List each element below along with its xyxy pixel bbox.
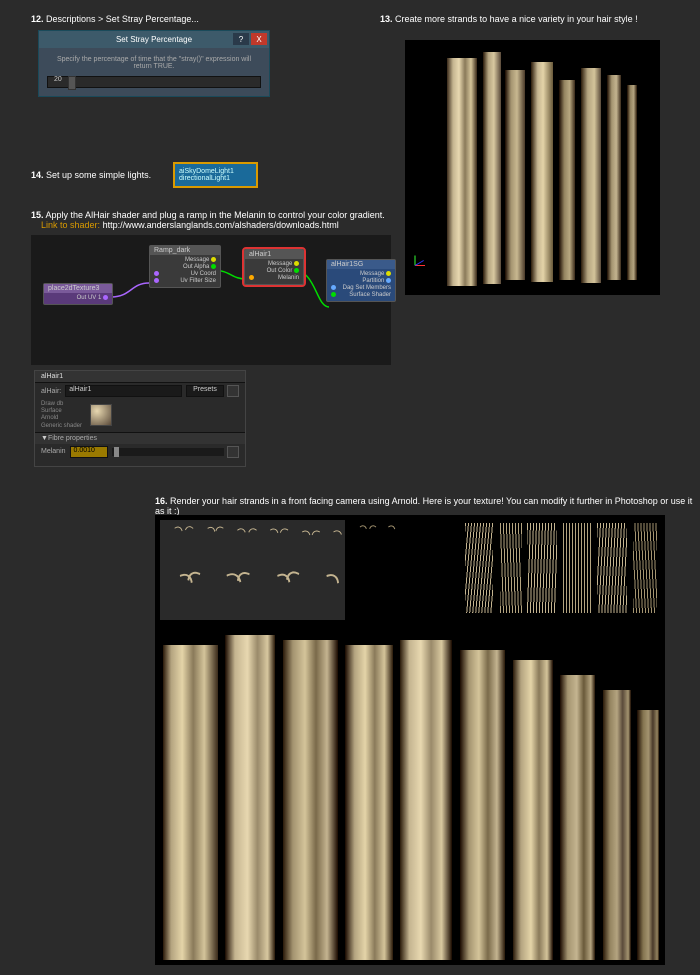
node-alhair[interactable]: alHair1 Message Out Color Melanin — [244, 249, 304, 285]
node-place2dtexture[interactable]: place2dTexture3 Out UV 1 — [43, 283, 113, 305]
node-shadinggroup[interactable]: alHair1SG Message Partition Dag Set Memb… — [326, 259, 396, 302]
step-15-label: 15. Apply the AlHair shader and plug a r… — [31, 210, 385, 230]
attr-section[interactable]: Fibre properties — [48, 435, 97, 442]
dialog-value-slider[interactable]: 20 — [47, 76, 261, 88]
node-head: alHair1 — [245, 250, 303, 259]
step-14-num: 14. — [31, 170, 44, 180]
melanin-map-icon[interactable] — [227, 446, 239, 458]
step-13-num: 13. — [380, 14, 393, 24]
attr-hide-icon[interactable] — [227, 385, 239, 397]
step-12-text: Descriptions > Set Stray Percentage... — [46, 14, 199, 24]
step-13-text: Create more strands to have a nice varie… — [395, 14, 638, 24]
slider-handle[interactable] — [68, 76, 76, 90]
node-graph[interactable]: place2dTexture3 Out UV 1 Ramp_dark Messa… — [31, 235, 391, 365]
lights-list[interactable]: aiSkyDomeLight1 directionalLight1 — [173, 162, 258, 188]
step-14-label: 14. Set up some simple lights. — [31, 170, 151, 180]
attr-field-label: alHair: — [41, 388, 61, 395]
render-inset-curls — [160, 520, 345, 620]
node-head: alHair1SG — [327, 260, 395, 269]
viewport-render-preview[interactable] — [405, 40, 660, 295]
final-render-texture — [155, 515, 665, 965]
attr-tab[interactable]: alHair1 — [35, 371, 245, 383]
attr-name-input[interactable]: alHair1 — [65, 385, 182, 397]
step-12-num: 12. — [31, 14, 44, 24]
light-item-1[interactable]: aiSkyDomeLight1 — [179, 168, 252, 175]
step-12-label: 12. Descriptions > Set Stray Percentage.… — [31, 14, 199, 24]
attr-presets-button[interactable]: Presets — [186, 385, 224, 397]
dialog-value: 20 — [54, 76, 62, 83]
node-head: Ramp_dark — [150, 246, 220, 255]
stray-percentage-dialog: Set Stray Percentage ? X Specify the per… — [38, 30, 270, 97]
light-item-2[interactable]: directionalLight1 — [179, 175, 252, 182]
material-swatch[interactable] — [90, 404, 112, 426]
step-16-num: 16. — [155, 496, 168, 506]
melanin-slider[interactable] — [112, 448, 224, 456]
melanin-value-input[interactable]: 0.0010 — [70, 446, 108, 458]
step-15-num: 15. — [31, 210, 44, 220]
step-15-text: Apply the AlHair shader and plug a ramp … — [46, 210, 385, 220]
dialog-title-bar[interactable]: Set Stray Percentage ? X — [39, 31, 269, 48]
node-head: place2dTexture3 — [44, 284, 112, 293]
step-16-label: 16. Render your hair strands in a front … — [155, 496, 700, 516]
melanin-label: Melanin — [41, 448, 66, 455]
shader-link-label: Link to shader: — [41, 220, 100, 230]
viewport-axis-gizmo[interactable] — [415, 265, 435, 285]
step-16-text: Render your hair strands in a front faci… — [155, 496, 692, 516]
dialog-title: Set Stray Percentage — [116, 35, 192, 44]
node-ramp[interactable]: Ramp_dark Message Out Alpha Uv Coord Uv … — [149, 245, 221, 288]
attribute-editor[interactable]: alHair1 alHair: alHair1 Presets Draw db … — [34, 370, 246, 467]
step-14-text: Set up some simple lights. — [46, 170, 151, 180]
dialog-body-text: Specify the percentage of time that the … — [47, 56, 261, 70]
step-13-label: 13. Create more strands to have a nice v… — [380, 14, 638, 24]
shader-link-url[interactable]: http://www.anderslanglands.com/alshaders… — [103, 220, 339, 230]
dialog-help-button[interactable]: ? — [233, 33, 249, 45]
dialog-close-button[interactable]: X — [251, 33, 267, 45]
